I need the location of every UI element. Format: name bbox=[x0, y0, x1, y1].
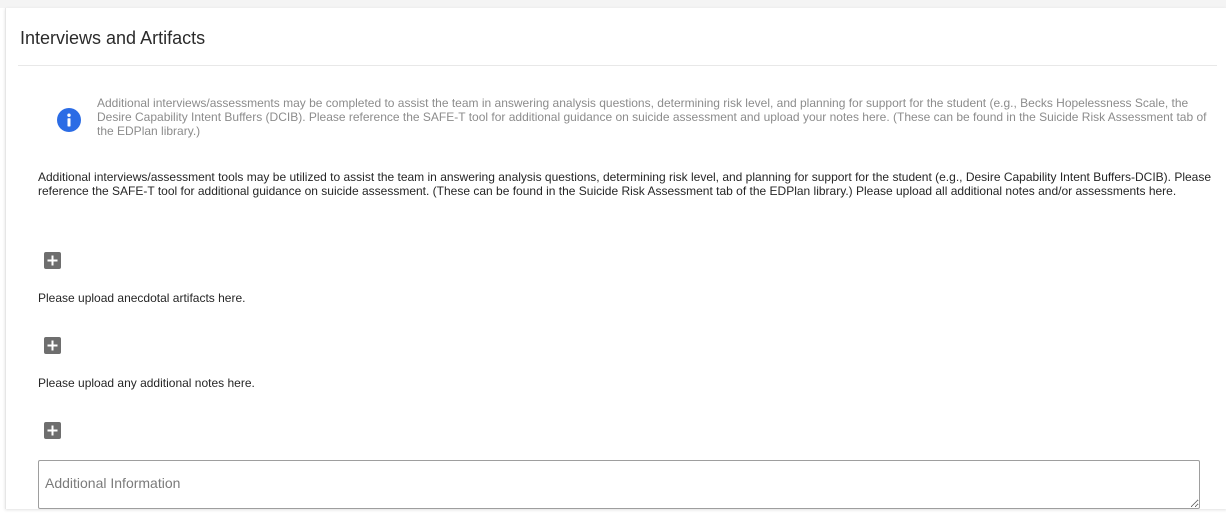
upload-description-notes: Please upload any additional notes here. bbox=[38, 376, 255, 390]
plus-icon bbox=[47, 340, 58, 351]
info-glyph-icon bbox=[67, 113, 71, 127]
info-callout-text: Additional interviews/assessments may be… bbox=[97, 96, 1207, 138]
add-assessment-upload-button[interactable] bbox=[44, 252, 61, 269]
title-divider bbox=[18, 65, 1217, 66]
additional-information-textarea[interactable] bbox=[38, 460, 1200, 509]
plus-icon bbox=[47, 425, 58, 436]
upload-description-assessments: Additional interviews/assessment tools m… bbox=[38, 170, 1212, 198]
add-anecdotal-artifact-button[interactable] bbox=[44, 337, 61, 354]
upload-description-anecdotal: Please upload anecdotal artifacts here. bbox=[38, 291, 246, 305]
plus-icon bbox=[47, 255, 58, 266]
info-icon bbox=[57, 108, 81, 132]
add-notes-upload-button[interactable] bbox=[44, 422, 61, 439]
additional-information-field-wrapper bbox=[38, 460, 1200, 509]
section-title: Interviews and Artifacts bbox=[20, 28, 206, 48]
interviews-artifacts-panel: Interviews and Artifacts Additional inte… bbox=[5, 8, 1226, 509]
top-background-strip bbox=[0, 0, 1226, 8]
